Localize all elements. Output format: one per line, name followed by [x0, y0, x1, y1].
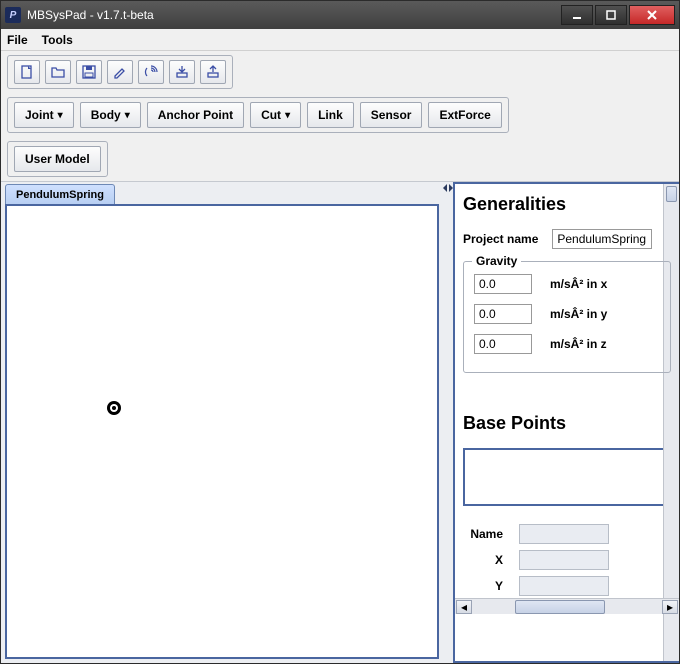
bp-y-input[interactable] [519, 576, 609, 596]
extforce-button[interactable]: ExtForce [428, 102, 501, 128]
new-file-icon[interactable] [14, 60, 40, 84]
open-folder-icon[interactable] [45, 60, 71, 84]
gravity-y-unit: m/sÂ² in y [550, 307, 607, 321]
menubar: File Tools [1, 29, 679, 51]
scroll-thumb[interactable] [666, 186, 677, 202]
menu-tools[interactable]: Tools [42, 33, 73, 47]
left-pane: PendulumSpring [1, 182, 443, 663]
canvas-origin-node[interactable] [107, 401, 121, 415]
pane-splitter[interactable] [443, 182, 453, 663]
joint-button[interactable]: Joint ▾ [14, 102, 74, 128]
window-title: MBSysPad - v1.7.t-beta [27, 8, 559, 22]
scroll-right-arrow-icon[interactable]: ▸ [662, 600, 678, 614]
cut-label: Cut [261, 108, 281, 122]
toolbar-icons [7, 55, 233, 89]
link-label: Link [318, 108, 343, 122]
minimize-button[interactable] [561, 5, 593, 25]
save-icon[interactable] [76, 60, 102, 84]
toolbar-tools-row: Joint ▾ Body ▾ Anchor Point Cut ▾ Link Sens… [1, 93, 679, 137]
tabstrip: PendulumSpring [1, 182, 443, 204]
cut-button[interactable]: Cut ▾ [250, 102, 301, 128]
chevron-down-icon: ▾ [58, 110, 63, 121]
toolbar-usermodel: User Model [7, 141, 108, 177]
bp-x-label: X [463, 553, 503, 567]
bp-y-label: Y [463, 579, 503, 593]
project-name-row: Project name [463, 229, 671, 249]
sensor-button[interactable]: Sensor [360, 102, 423, 128]
gravity-y-input[interactable] [474, 304, 532, 324]
bp-y-row: Y [463, 576, 671, 596]
user-model-button[interactable]: User Model [14, 146, 101, 172]
bp-x-input[interactable] [519, 550, 609, 570]
gravity-x-unit: m/sÂ² in x [550, 277, 607, 291]
sensor-label: Sensor [371, 108, 412, 122]
usermodel-label: User Model [25, 152, 90, 166]
gravity-z-row: m/sÂ² in z [474, 334, 660, 354]
export-icon[interactable] [200, 60, 226, 84]
menu-file[interactable]: File [7, 33, 28, 47]
edit-icon[interactable] [107, 60, 133, 84]
bp-name-input[interactable] [519, 524, 609, 544]
fingerprint-icon[interactable] [138, 60, 164, 84]
canvas[interactable] [5, 204, 439, 659]
properties-panel: Generalities Project name Gravity m/sÂ² … [453, 182, 679, 663]
bp-name-label: Name [463, 527, 503, 541]
maximize-button[interactable] [595, 5, 627, 25]
gravity-z-input[interactable] [474, 334, 532, 354]
bp-x-row: X [463, 550, 671, 570]
app-icon: P [5, 7, 21, 23]
gravity-x-input[interactable] [474, 274, 532, 294]
extforce-label: ExtForce [439, 108, 490, 122]
titlebar: P MBSysPad - v1.7.t-beta [1, 1, 679, 29]
chevron-down-icon: ▾ [125, 110, 130, 121]
gravity-z-unit: m/sÂ² in z [550, 337, 607, 351]
anchor-point-button[interactable]: Anchor Point [147, 102, 244, 128]
joint-label: Joint [25, 108, 54, 122]
toolbar-icons-row [1, 51, 679, 93]
basepoints-list[interactable] [463, 448, 671, 506]
app-window: P MBSysPad - v1.7.t-beta File Tools [0, 0, 680, 664]
close-button[interactable] [629, 5, 675, 25]
tab-pendulumspring[interactable]: PendulumSpring [5, 184, 115, 204]
hscroll-thumb[interactable] [515, 600, 605, 614]
gravity-y-row: m/sÂ² in y [474, 304, 660, 324]
toolbar-usermodel-row: User Model [1, 137, 679, 181]
chevron-down-icon: ▾ [285, 110, 290, 121]
body-button[interactable]: Body ▾ [80, 102, 141, 128]
bp-name-row: Name [463, 524, 671, 544]
scroll-left-arrow-icon[interactable]: ◂ [456, 600, 472, 614]
gravity-fieldset: Gravity m/sÂ² in x m/sÂ² in y m/sÂ² in z [463, 261, 671, 373]
vertical-scrollbar[interactable] [663, 184, 679, 661]
project-name-input[interactable] [552, 229, 652, 249]
generalities-heading: Generalities [463, 194, 671, 215]
body-label: Body [91, 108, 121, 122]
toolbar-tools: Joint ▾ Body ▾ Anchor Point Cut ▾ Link Sens… [7, 97, 509, 133]
basepoints-heading: Base Points [463, 413, 671, 434]
anchor-label: Anchor Point [158, 108, 233, 122]
horizontal-scrollbar[interactable]: ◂ ▸ [455, 598, 679, 614]
gravity-x-row: m/sÂ² in x [474, 274, 660, 294]
project-name-label: Project name [463, 232, 538, 246]
link-button[interactable]: Link [307, 102, 354, 128]
gravity-legend: Gravity [472, 254, 521, 268]
main-area: PendulumSpring Generalities Project name… [1, 181, 679, 663]
import-icon[interactable] [169, 60, 195, 84]
